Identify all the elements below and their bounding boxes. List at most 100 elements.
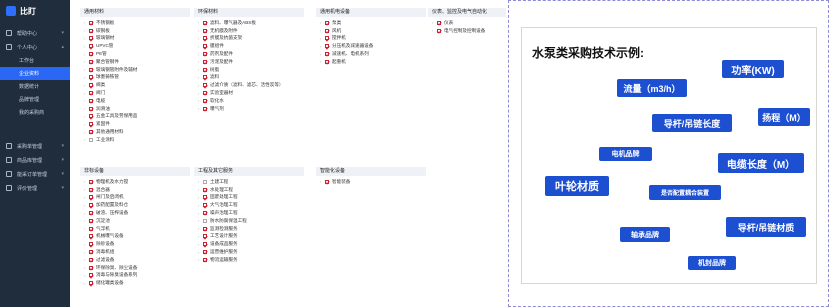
checkbox[interactable] [89, 203, 93, 208]
category-item[interactable]: › 消毒与除臭设备系列 [80, 272, 190, 280]
checkbox[interactable] [89, 234, 93, 239]
category-item[interactable]: › 紧固件 [80, 120, 190, 128]
checkbox[interactable] [203, 52, 207, 57]
checkbox[interactable] [203, 195, 207, 200]
checkbox[interactable] [89, 179, 93, 184]
nav-help-center[interactable]: 帮助中心 ▾ [0, 26, 70, 40]
nav-products[interactable]: 商品库管理 ▾ [0, 153, 70, 167]
category-item[interactable]: › 工艺设计服务 [194, 233, 304, 241]
category-item[interactable]: › 碳钢板 [80, 27, 190, 35]
category-item[interactable]: › 球墨铸铁管 [80, 74, 190, 82]
checkbox[interactable] [89, 91, 93, 96]
checkbox[interactable] [203, 250, 207, 255]
category-item[interactable]: › 污泥及配件 [194, 58, 304, 66]
category-item[interactable]: › 智能装备 [316, 178, 426, 186]
nav-orders[interactable]: 能采订单管理 ▾ [0, 167, 70, 181]
checkbox[interactable] [89, 130, 93, 135]
checkbox[interactable] [203, 28, 207, 33]
checkbox[interactable] [89, 106, 93, 111]
category-item[interactable]: › 软化水 [194, 97, 304, 105]
category-item[interactable]: › 机械曝气设备 [80, 233, 190, 241]
category-item[interactable]: › 电气控制及控制设备 [428, 27, 506, 35]
checkbox[interactable] [325, 52, 329, 57]
checkbox[interactable] [89, 273, 93, 278]
checkbox[interactable] [203, 59, 207, 64]
checkbox[interactable] [89, 242, 93, 247]
category-item[interactable]: › 玻璃钢管附件及辅材 [80, 66, 190, 74]
checkbox[interactable] [325, 36, 329, 41]
checkbox[interactable] [89, 187, 93, 192]
checkbox[interactable] [203, 187, 207, 192]
category-item[interactable]: › 电缆 [80, 97, 190, 105]
category-item[interactable]: › 过滤介质（滤料、滤芯、活性炭等） [194, 81, 304, 89]
checkbox[interactable] [89, 226, 93, 231]
sub-workbench[interactable]: 工作台 [0, 54, 70, 67]
category-item[interactable]: › 五金工具及劳保用品 [80, 113, 190, 121]
checkbox[interactable] [203, 106, 207, 111]
nav-purchase-orders[interactable]: 采购单管理 ▾ [0, 139, 70, 153]
category-item[interactable]: › 物流运输服务 [194, 256, 304, 264]
category-item[interactable]: › 过滤设备 [80, 256, 190, 264]
checkbox[interactable] [203, 91, 207, 96]
category-item[interactable]: › 设备成品服务 [194, 240, 304, 248]
category-item[interactable]: › 滤料 [194, 74, 304, 82]
checkbox[interactable] [89, 44, 93, 49]
nav-reviews[interactable]: 评价管理 ▾ [0, 181, 70, 195]
checkbox[interactable] [89, 28, 93, 33]
category-item[interactable]: › UPVC管 [80, 42, 190, 50]
category-item[interactable]: › 物理机及水力搅 [80, 178, 190, 186]
category-item[interactable]: › 无机膜及附件 [194, 27, 304, 35]
category-item[interactable]: › 树脂 [194, 66, 304, 74]
checkbox[interactable] [325, 28, 329, 33]
category-item[interactable]: › 固废处理工程 [194, 194, 304, 202]
checkbox[interactable] [89, 257, 93, 262]
checkbox[interactable] [203, 179, 207, 184]
checkbox[interactable] [203, 67, 207, 72]
category-item[interactable]: › 折膜及抗菌支架 [194, 35, 304, 43]
category-item[interactable]: › 泵类 [316, 19, 426, 27]
checkbox[interactable] [89, 195, 93, 200]
category-item[interactable]: › 消毒机组 [80, 248, 190, 256]
category-item[interactable]: › 滤料、曝气器及ABS板 [194, 19, 304, 27]
category-item[interactable]: › 环保除臭、除尘设备 [80, 264, 190, 272]
category-item[interactable]: › 起重机 [316, 58, 426, 66]
checkbox[interactable] [89, 218, 93, 223]
category-item[interactable]: › 防水防腐保温工程 [194, 217, 304, 225]
category-item[interactable]: › 曝气剂 [194, 105, 304, 113]
category-item[interactable]: › 玻璃钢材 [80, 35, 190, 43]
checkbox[interactable] [203, 83, 207, 88]
checkbox[interactable] [89, 83, 93, 88]
category-item[interactable]: › 分压机及减速器设备 [316, 42, 426, 50]
sub-company-info[interactable]: 企业资料 [0, 67, 70, 80]
category-item[interactable]: › 实验室器材 [194, 89, 304, 97]
sub-my-buyers[interactable]: 我的采购商 [0, 106, 70, 119]
category-item[interactable]: › 阀门 [80, 89, 190, 97]
checkbox[interactable] [325, 179, 329, 184]
checkbox[interactable] [203, 20, 207, 25]
category-item[interactable]: › 破渣、压榨设备 [80, 209, 190, 217]
category-item[interactable]: › PE管 [80, 50, 190, 58]
category-item[interactable]: › 润滑油 [80, 105, 190, 113]
category-item[interactable]: › 其他通用材料 [80, 128, 190, 136]
checkbox[interactable] [325, 20, 329, 25]
category-item[interactable]: › 阀类 [80, 81, 190, 89]
checkbox[interactable] [203, 36, 207, 41]
checkbox[interactable] [89, 20, 93, 25]
checkbox[interactable] [203, 226, 207, 231]
category-item[interactable]: › 闸门及启闭机 [80, 194, 190, 202]
checkbox[interactable] [89, 122, 93, 127]
checkbox[interactable] [203, 75, 207, 80]
checkbox[interactable] [89, 67, 93, 72]
category-item[interactable]: › 沉淀池 [80, 217, 190, 225]
checkbox[interactable] [203, 242, 207, 247]
checkbox[interactable] [203, 203, 207, 208]
category-item[interactable]: › 气浮机 [80, 225, 190, 233]
checkbox[interactable] [89, 265, 93, 270]
checkbox[interactable] [325, 44, 329, 49]
checkbox[interactable] [89, 98, 93, 103]
checkbox[interactable] [89, 281, 93, 286]
checkbox[interactable] [437, 20, 441, 25]
category-item[interactable]: › 储化罐类设备 [80, 279, 190, 287]
category-item[interactable]: › 搅拌机 [316, 35, 426, 43]
checkbox[interactable] [203, 98, 207, 103]
